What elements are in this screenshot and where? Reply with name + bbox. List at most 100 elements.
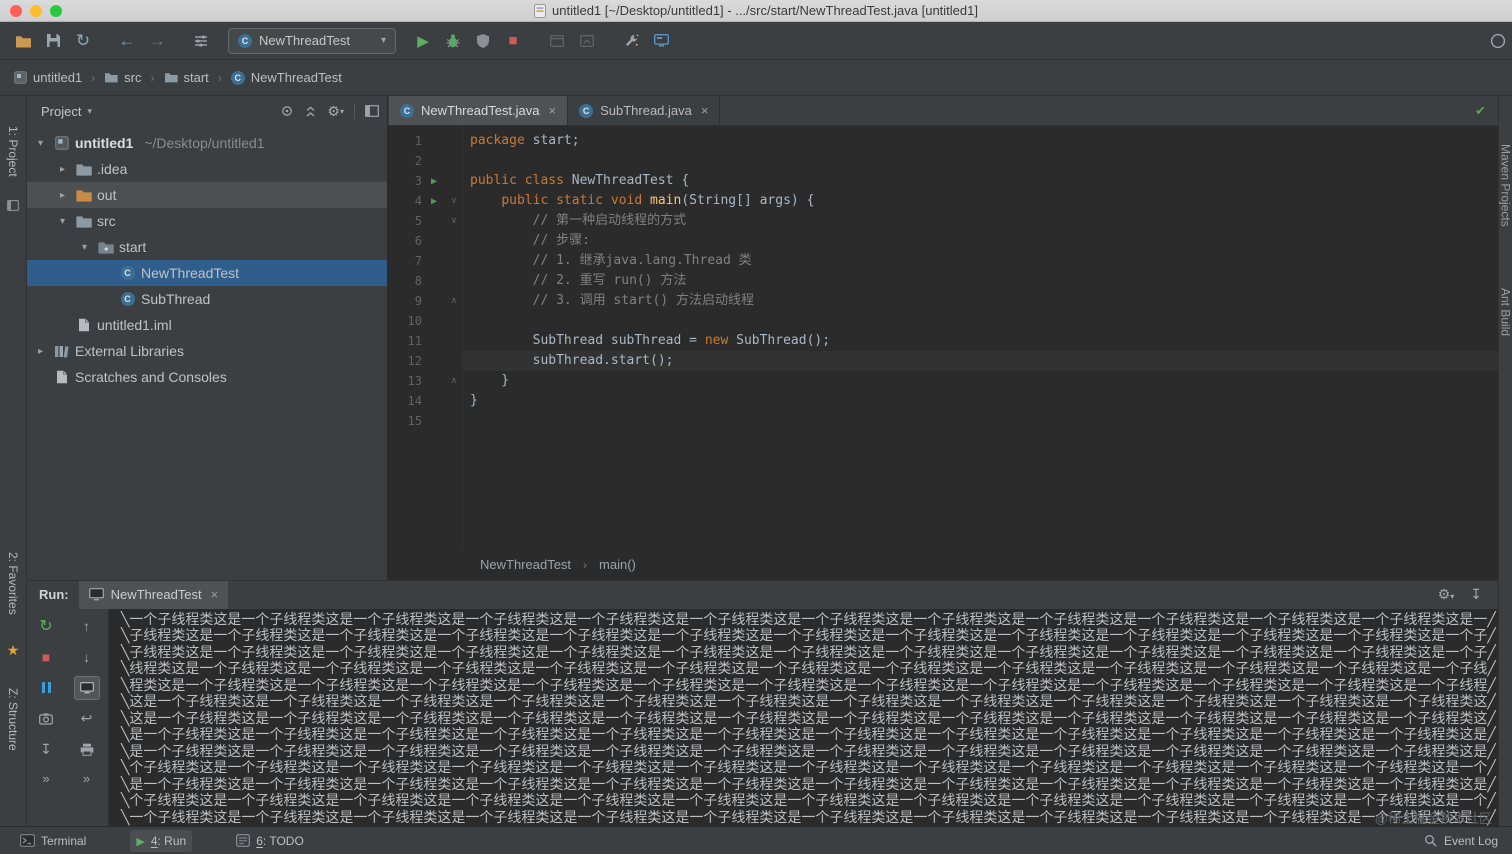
- run-tab[interactable]: NewThreadTest ×: [78, 580, 229, 609]
- status-item-run[interactable]: ▶ 4: Run: [130, 829, 193, 852]
- expand-arrow-icon[interactable]: ▸: [55, 164, 70, 175]
- zoom-window-button[interactable]: [50, 4, 62, 17]
- debug-button[interactable]: [438, 28, 468, 54]
- tree-item-src[interactable]: ▾ src: [27, 208, 387, 234]
- expand-arrow-icon[interactable]: ▸: [33, 346, 48, 357]
- status-item-todo[interactable]: 6: TODO: [230, 830, 310, 852]
- collapse-all-icon[interactable]: [304, 105, 317, 118]
- status-item-terminal[interactable]: Terminal: [14, 830, 92, 852]
- disabled-tool-icon-1[interactable]: [542, 28, 572, 54]
- project-panel-title[interactable]: Project: [41, 104, 81, 119]
- minimize-window-button[interactable]: [30, 4, 42, 17]
- breadcrumb-start[interactable]: start: [164, 70, 209, 85]
- code-line-7[interactable]: 7 // 1. 继承java.lang.Thread 类: [388, 251, 1498, 271]
- settings-wrench-icon[interactable]: [616, 28, 646, 54]
- event-log-button[interactable]: Event Log: [1444, 834, 1498, 848]
- breadcrumb-class[interactable]: NewThreadTest: [480, 557, 571, 572]
- more-icon[interactable]: »: [83, 771, 90, 786]
- remote-tools-icon[interactable]: [646, 28, 676, 54]
- soft-wrap-icon[interactable]: ↩: [74, 707, 100, 731]
- up-stack-trace-icon[interactable]: ↑: [74, 614, 100, 638]
- chevron-down-icon[interactable]: ▾: [87, 106, 92, 117]
- tree-item-start[interactable]: ▾ start: [27, 234, 387, 260]
- console-view-icon[interactable]: [73, 675, 100, 700]
- close-tab-icon[interactable]: ×: [211, 587, 219, 602]
- forward-icon[interactable]: →: [142, 28, 172, 54]
- gear-icon[interactable]: ⚙▾: [1438, 586, 1455, 603]
- breadcrumb-method[interactable]: main(): [599, 557, 636, 572]
- code-line-2[interactable]: 2: [388, 151, 1498, 171]
- hide-panel-icon[interactable]: [365, 105, 379, 117]
- gear-icon[interactable]: ⚙▾: [327, 103, 344, 120]
- tool-button-favorites[interactable]: 2: Favorites: [6, 552, 20, 615]
- fold-marker-icon[interactable]: ∨: [446, 211, 462, 231]
- tree-item--idea[interactable]: ▸ .idea: [27, 156, 387, 182]
- pause-icon[interactable]: [33, 676, 59, 700]
- thread-dump-icon[interactable]: [33, 707, 59, 731]
- tree-item-newthreadtest[interactable]: C NewThreadTest: [27, 260, 387, 286]
- fold-marker-icon[interactable]: ∧: [446, 291, 462, 311]
- code-line-8[interactable]: 8 // 2. 重写 run() 方法: [388, 271, 1498, 291]
- hide-panel-icon[interactable]: ↧: [1470, 586, 1482, 603]
- back-icon[interactable]: ←: [112, 28, 142, 54]
- more-icon[interactable]: »: [42, 771, 49, 786]
- tree-item-out[interactable]: ▸ out: [27, 182, 387, 208]
- code-line-6[interactable]: 6 // 步骤:: [388, 231, 1498, 251]
- coverage-button[interactable]: [468, 28, 498, 54]
- code-line-11[interactable]: 11 SubThread subThread = new SubThread()…: [388, 331, 1498, 351]
- synchronize-icon[interactable]: ↻: [68, 28, 98, 54]
- run-gutter-icon[interactable]: ▶: [422, 171, 446, 191]
- star-icon[interactable]: ★: [7, 642, 20, 659]
- code-line-9[interactable]: 9 ∧ // 3. 调用 start() 方法启动线程: [388, 291, 1498, 311]
- code-line-12[interactable]: 12 subThread.start();: [388, 351, 1498, 371]
- run-gutter-icon[interactable]: ▶: [422, 191, 446, 211]
- disabled-tool-icon-2[interactable]: [572, 28, 602, 54]
- fold-marker-icon[interactable]: ∧: [446, 371, 462, 391]
- stop-icon[interactable]: ■: [33, 645, 59, 669]
- close-tab-icon[interactable]: ×: [549, 103, 557, 118]
- expand-arrow-icon[interactable]: ▾: [33, 138, 48, 149]
- expand-arrow-icon[interactable]: ▾: [55, 216, 70, 227]
- code-line-5[interactable]: 5 ∨ // 第一种启动线程的方式: [388, 211, 1498, 231]
- search-everywhere-icon[interactable]: [1483, 28, 1512, 54]
- expand-arrow-icon[interactable]: ▸: [55, 190, 70, 201]
- tree-item-untitled1[interactable]: ▾ untitled1 ~/Desktop/untitled1: [27, 130, 387, 156]
- restore-layout-icon[interactable]: ↧: [33, 738, 59, 762]
- stop-button[interactable]: ■: [498, 28, 528, 54]
- tab-subthread-java[interactable]: C SubThread.java ×: [568, 96, 721, 125]
- close-window-button[interactable]: [10, 4, 22, 17]
- save-all-icon[interactable]: [38, 28, 68, 54]
- run-button[interactable]: ▶: [408, 28, 438, 54]
- code-line-4[interactable]: 4 ▶ ∨ public static void main(String[] arg…: [388, 191, 1498, 211]
- run-configuration-select[interactable]: C NewThreadTest ▾: [228, 27, 396, 54]
- expand-arrow-icon[interactable]: ▾: [77, 242, 92, 253]
- tool-button-ant-build[interactable]: Ant Build: [1499, 288, 1512, 336]
- fold-marker-icon[interactable]: ∨: [446, 191, 462, 211]
- locate-file-icon[interactable]: [280, 104, 294, 118]
- breadcrumb-class[interactable]: C NewThreadTest: [230, 70, 342, 85]
- breadcrumb-src[interactable]: src: [104, 70, 142, 85]
- close-tab-icon[interactable]: ×: [701, 103, 709, 118]
- code-line-3[interactable]: 3 ▶ public class NewThreadTest {: [388, 171, 1498, 191]
- toolwindow-mini-icon[interactable]: [7, 200, 19, 211]
- console-output[interactable]: ╲一个子线程类这是一个子线程类这是一个子线程类这是一个子线程类这是一个子线程类这…: [109, 608, 1498, 826]
- tree-item-subthread[interactable]: C SubThread: [27, 286, 387, 312]
- tree-item-external-libraries[interactable]: ▸ External Libraries: [27, 338, 387, 364]
- code-editor[interactable]: 1 package start; 2 3 ▶ public class NewThread…: [388, 126, 1498, 550]
- code-line-1[interactable]: 1 package start;: [388, 131, 1498, 151]
- tool-button-structure[interactable]: Z: Structure: [6, 688, 20, 751]
- code-line-15[interactable]: 15: [388, 411, 1498, 431]
- code-line-13[interactable]: 13 ∧ }: [388, 371, 1498, 391]
- rerun-icon[interactable]: ↻: [33, 614, 59, 638]
- code-line-14[interactable]: 14}: [388, 391, 1498, 411]
- down-stack-trace-icon[interactable]: ↓: [74, 645, 100, 669]
- tree-item-untitled1-iml[interactable]: untitled1.iml: [27, 312, 387, 338]
- open-folder-icon[interactable]: [8, 28, 38, 54]
- code-line-10[interactable]: 10: [388, 311, 1498, 331]
- breadcrumb-project[interactable]: untitled1: [14, 70, 82, 85]
- tool-button-project[interactable]: 1: Project: [6, 126, 20, 177]
- inspections-ok-icon[interactable]: ✔: [1475, 103, 1486, 119]
- sliders-icon[interactable]: [186, 28, 216, 54]
- tool-button-maven-projects[interactable]: Maven Projects: [1499, 144, 1512, 227]
- print-icon[interactable]: [74, 738, 100, 762]
